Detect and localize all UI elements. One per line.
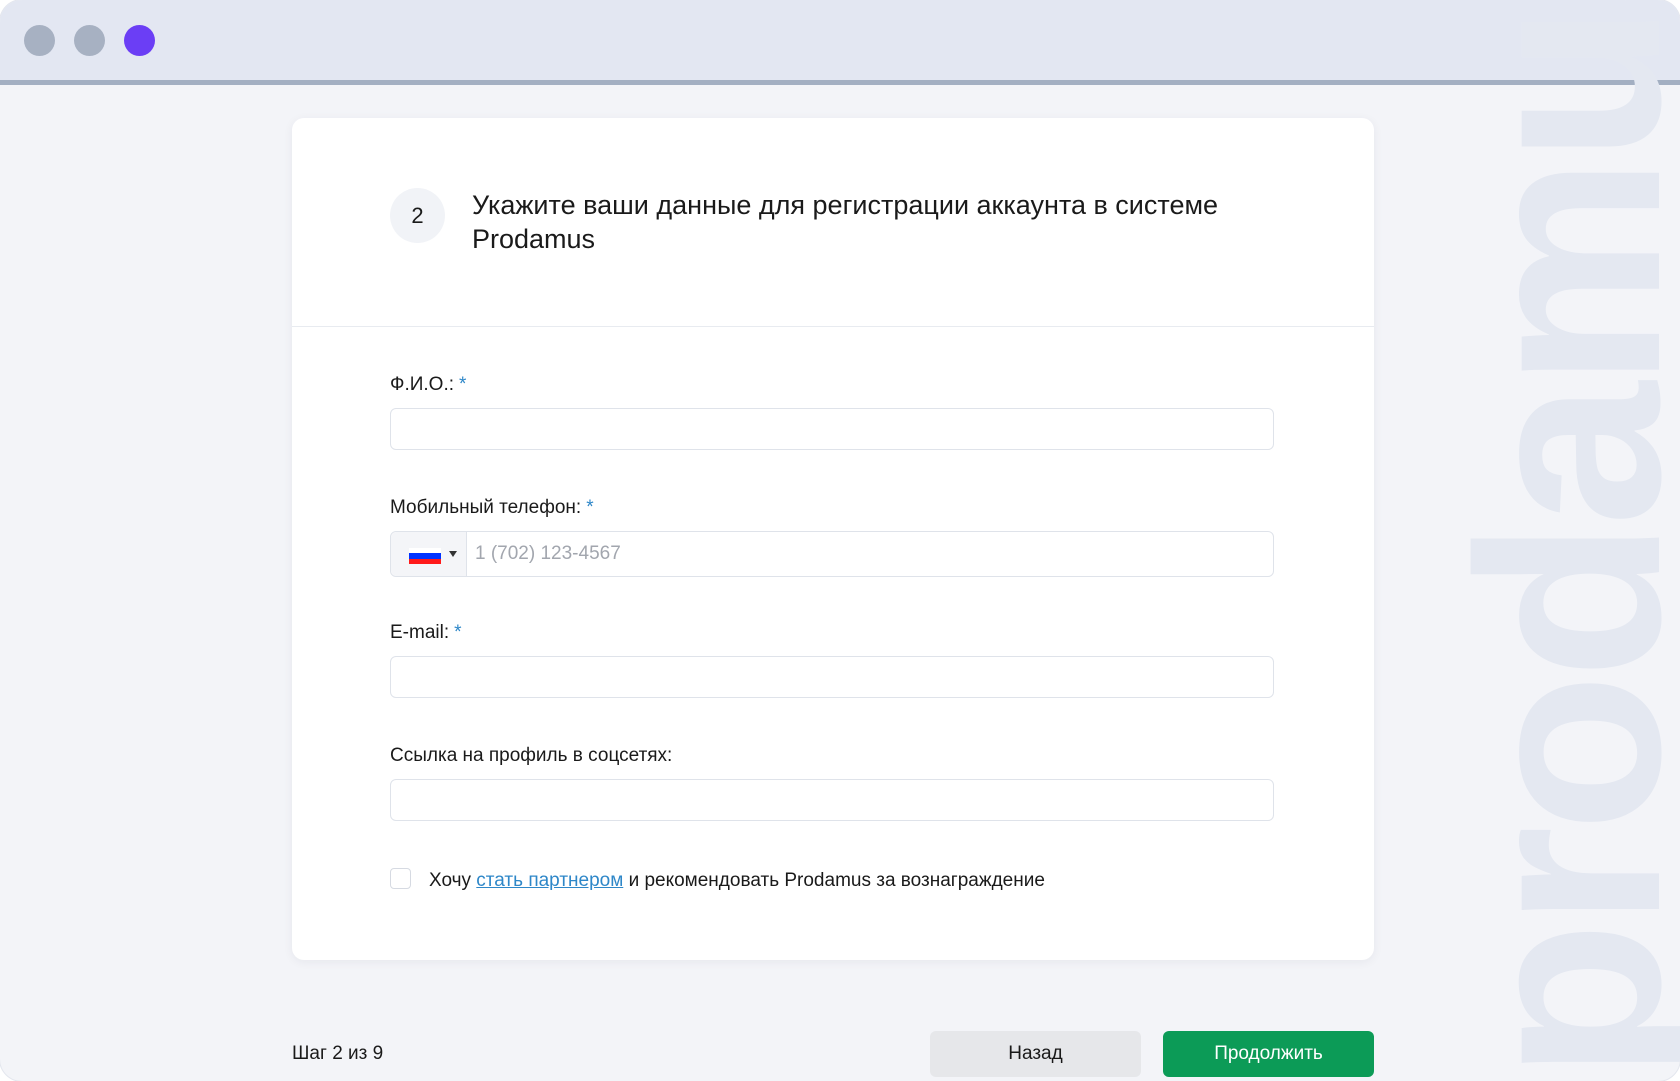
become-partner-link[interactable]: стать партнером <box>476 870 623 891</box>
chevron-down-icon <box>449 551 457 557</box>
country-selector[interactable] <box>391 532 467 576</box>
fullname-input[interactable] <box>390 408 1274 450</box>
minimize-window-button[interactable] <box>74 25 105 56</box>
step-number-badge: 2 <box>390 188 445 243</box>
back-button[interactable]: Назад <box>930 1031 1141 1077</box>
card-header: 2 Укажите ваши данные для регистрации ак… <box>292 118 1374 327</box>
partner-checkbox-label: Хочу стать партнером и рекомендовать Pro… <box>429 870 1045 892</box>
required-mark: * <box>586 497 594 518</box>
browser-window: prodamus 2 Укажите ваши данные для регис… <box>0 0 1680 1081</box>
phone-label: Мобильный телефон: * <box>390 497 594 519</box>
partner-text-before: Хочу <box>429 870 472 891</box>
brand-watermark: prodamus <box>1425 0 1680 1080</box>
phone-label-text: Мобильный телефон: <box>390 497 582 518</box>
partner-checkbox[interactable] <box>390 868 411 889</box>
russia-flag-icon <box>409 548 441 564</box>
email-label: E-mail: * <box>390 622 462 644</box>
card-title: Укажите ваши данные для регистрации акка… <box>472 190 1219 254</box>
fullname-label-text: Ф.И.О.: <box>390 374 454 395</box>
phone-input[interactable] <box>467 532 1267 576</box>
fullname-label: Ф.И.О.: * <box>390 374 466 396</box>
social-label-text: Ссылка на профиль в соцсетях: <box>390 745 673 766</box>
phone-field <box>390 531 1274 577</box>
social-input[interactable] <box>390 779 1274 821</box>
step-counter: Шаг 2 из 9 <box>292 1043 384 1064</box>
maximize-window-button[interactable] <box>124 25 155 56</box>
partner-text-after: и рекомендовать Prodamus за вознагражден… <box>628 870 1045 891</box>
email-input[interactable] <box>390 656 1274 698</box>
close-window-button[interactable] <box>24 25 55 56</box>
continue-button[interactable]: Продолжить <box>1163 1031 1374 1077</box>
registration-card: 2 Укажите ваши данные для регистрации ак… <box>292 118 1374 960</box>
required-mark: * <box>454 622 462 643</box>
email-label-text: E-mail: <box>390 622 450 643</box>
flag-stripe <box>409 558 441 564</box>
social-label: Ссылка на профиль в соцсетях: <box>390 745 672 767</box>
required-mark: * <box>459 374 467 395</box>
